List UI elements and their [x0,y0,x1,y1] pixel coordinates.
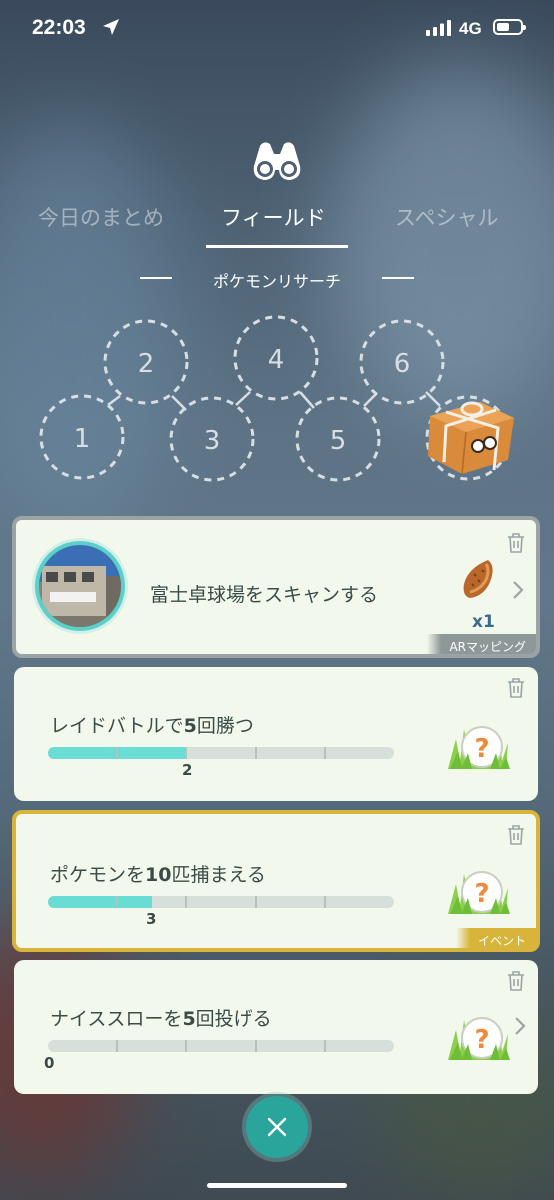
location-arrow-icon [103,19,119,35]
progress-segment-divider [116,747,119,759]
task-title: ナイススローを5回投げる [50,1008,272,1030]
progress-segment-divider [323,1040,326,1052]
task-card-raid[interactable]: レイドバトルで5回勝つ 2 ? [14,667,538,801]
progress-segment-divider [254,1040,257,1052]
progress-segment-divider [323,896,326,908]
section-divider-right [382,277,414,279]
progress-count: 2 [182,761,193,779]
chevron-right-icon[interactable] [512,580,524,600]
svg-text:?: ? [474,1025,489,1055]
progress-segment-divider [116,1040,119,1052]
tab-today-summary[interactable]: 今日のまとめ [38,202,164,232]
progress-segment-divider [185,1040,188,1052]
task-title: 富士卓球場をスキャンする [150,584,379,606]
tag-label: ARマッピング [449,640,526,654]
research-step-label: 5 [330,426,347,456]
task-title: ポケモンを10匹捕まえる [50,864,266,886]
research-stamp-track: 1 2 3 4 5 6 [39,315,514,482]
tab-special[interactable]: スペシャル [395,202,499,232]
trash-icon[interactable] [506,532,526,554]
cellular-signal-icon [426,20,451,36]
home-indicator[interactable] [207,1183,347,1188]
tag-label: イベント [477,934,526,948]
research-step-label: 6 [394,349,411,379]
poi-photo-thumbnail [32,538,128,634]
close-button[interactable] [246,1096,308,1158]
trash-icon[interactable] [506,824,526,846]
network-type: 4G [459,19,482,38]
task-card-catch[interactable]: ポケモンを10匹捕まえる 3 ? イベント [12,810,540,952]
section-title: ポケモンリサーチ [212,272,341,291]
status-bar: 22:03 4G [0,0,554,60]
task-title: レイドバトルで5回勝つ [50,715,254,737]
progress-segment-divider [185,896,188,908]
progress-count: 3 [146,910,157,928]
progress-fill [48,896,152,908]
progress-bar [48,747,394,759]
binoculars-icon [253,142,301,180]
progress-count: 0 [44,1054,55,1072]
research-step-label: 4 [268,345,285,375]
reward-count: x1 [472,612,495,632]
mystery-encounter-icon: ? [448,726,510,769]
chevron-right-icon[interactable] [514,1016,526,1036]
ar-mapping-tag: ARマッピング [427,634,536,654]
svg-text:?: ? [474,879,489,909]
task-card-nice-throw[interactable]: ナイススローを5回投げる 0 ? [14,960,538,1094]
progress-bar [48,896,394,908]
progress-segment-divider [323,747,326,759]
clock: 22:03 [32,16,86,39]
progress-segment-divider [254,747,257,759]
svg-text:?: ? [474,734,489,764]
research-step-label: 2 [138,349,155,379]
active-tab-indicator [206,245,348,248]
progress-segment-divider [254,896,257,908]
mystery-encounter-icon: ? [448,871,510,914]
progress-bar [48,1040,394,1052]
trash-icon[interactable] [506,677,526,699]
trash-icon[interactable] [506,970,526,992]
event-tag: イベント [455,928,536,948]
pinap-berry-icon [463,560,493,598]
task-card-scan[interactable]: 富士卓球場をスキャンする x1 ARマッピング [12,516,540,658]
research-step-label: 3 [204,426,221,456]
progress-segment-divider [185,747,188,759]
tab-field[interactable]: フィールド [221,202,326,232]
research-step-label: 1 [74,424,91,454]
close-icon [267,1117,287,1137]
mystery-encounter-icon: ? [448,1017,510,1060]
battery-icon [493,19,526,35]
progress-segment-divider [116,896,119,908]
